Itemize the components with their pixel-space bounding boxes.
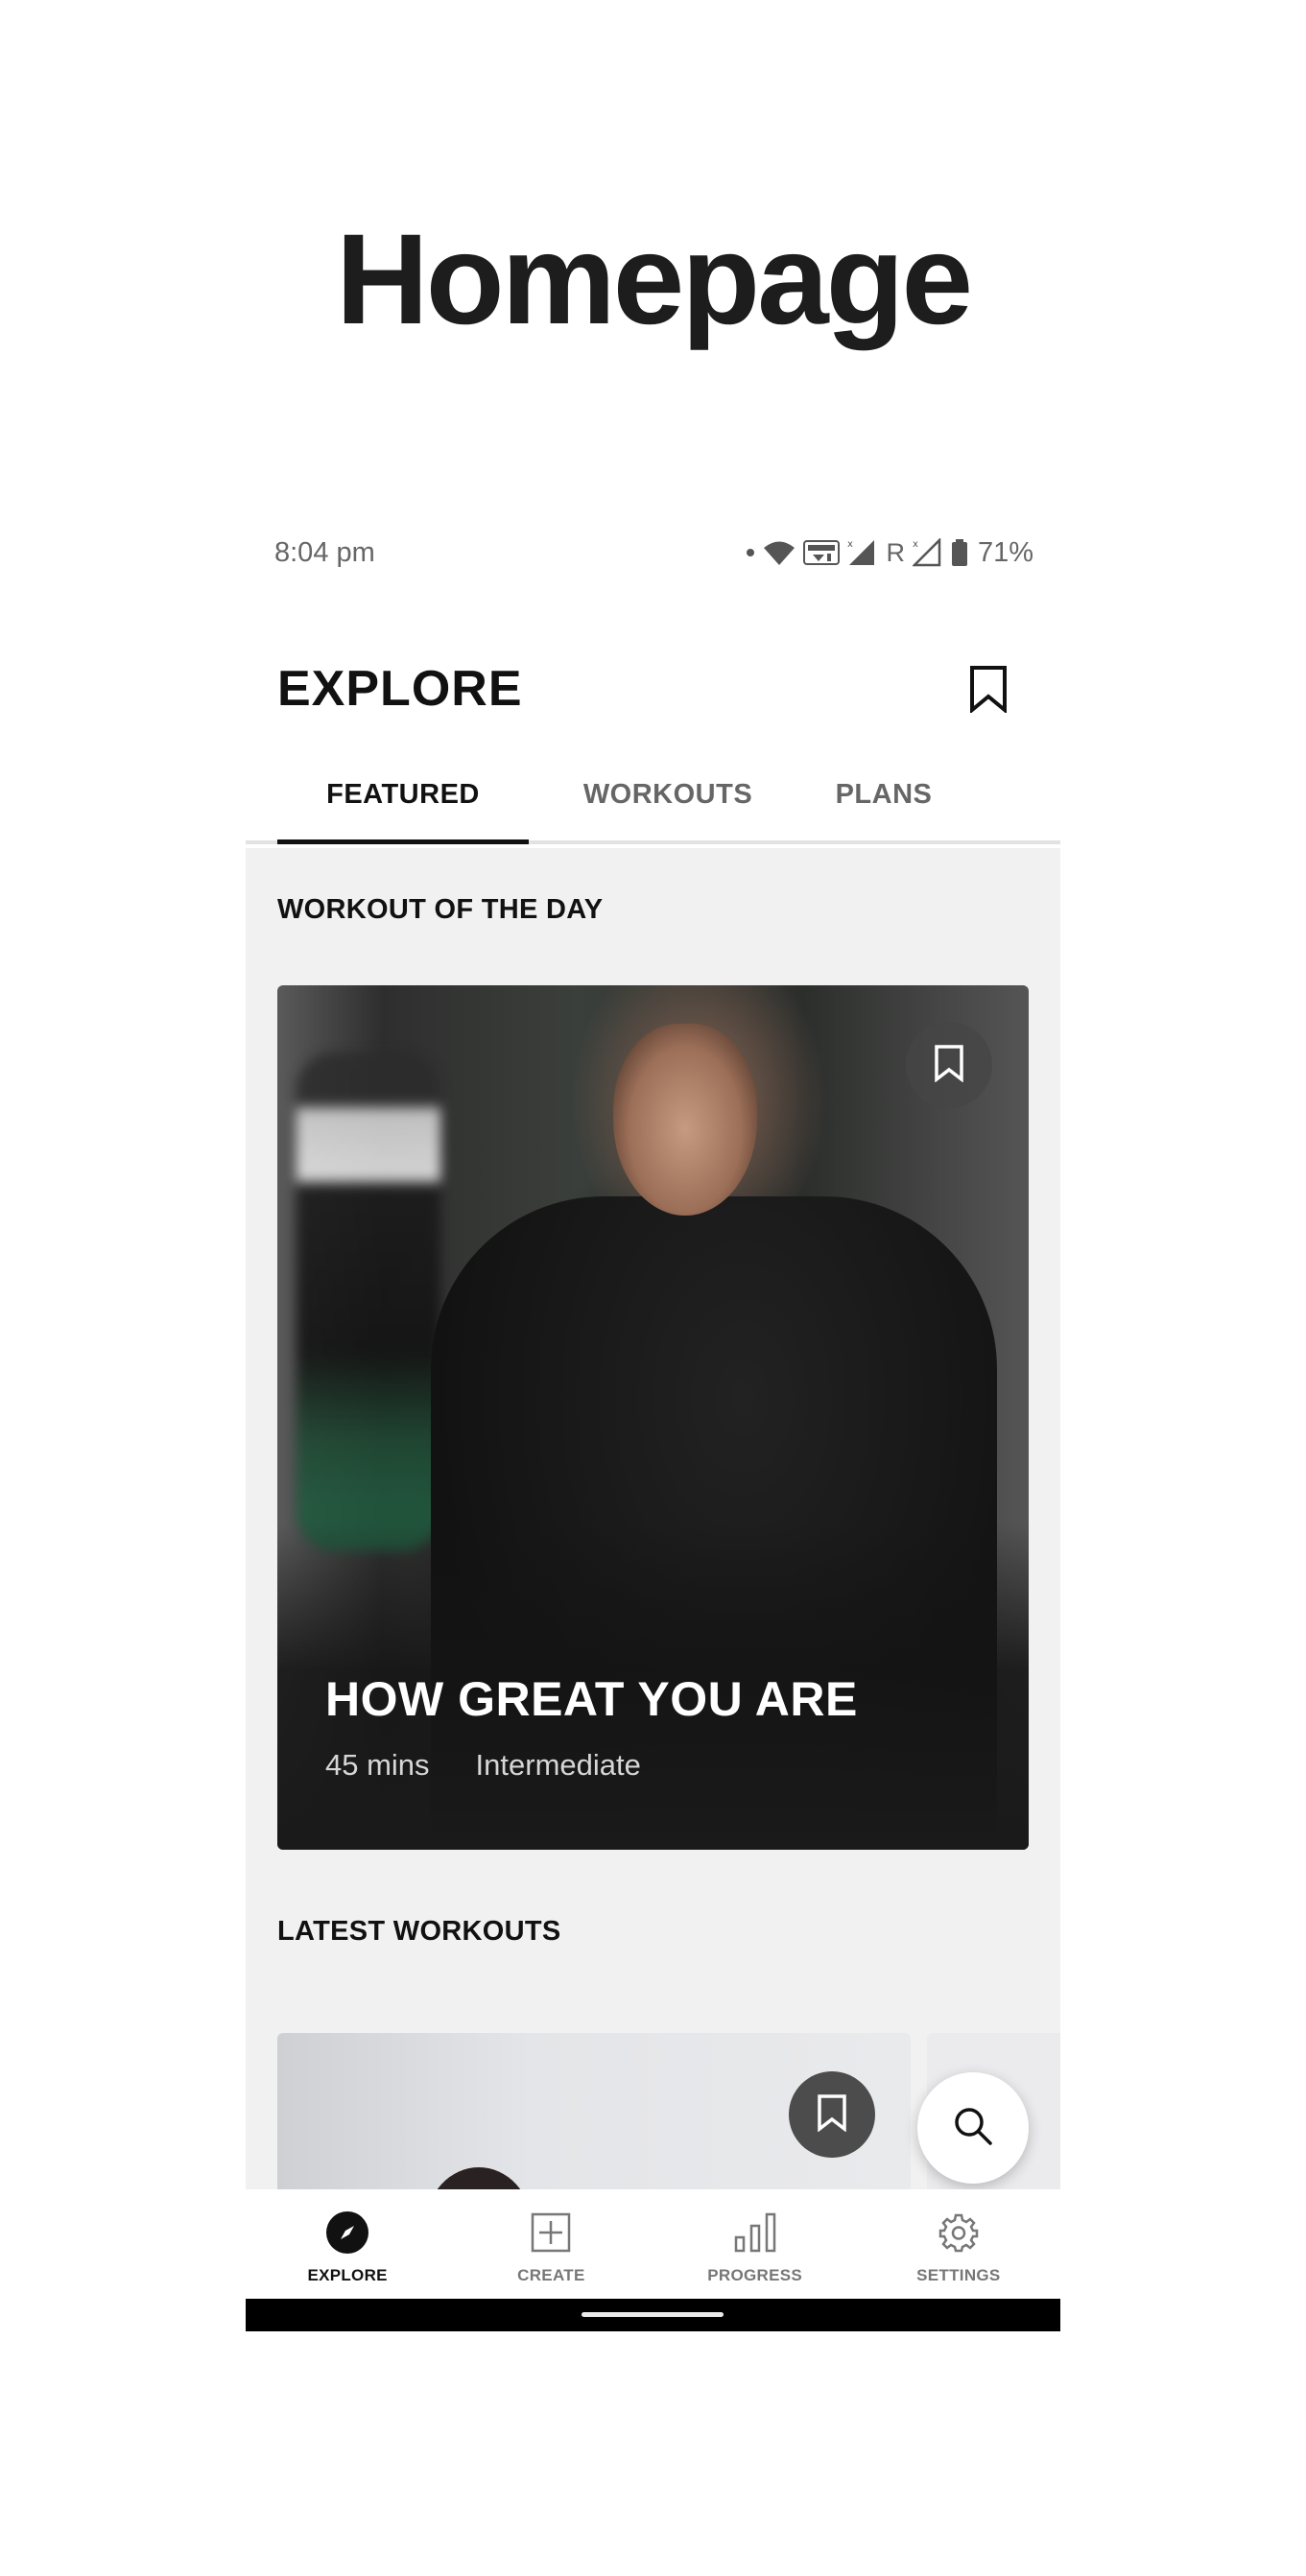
status-icons: x R x 71% [746,533,1033,572]
home-indicator[interactable] [582,2312,724,2317]
active-tab-indicator [277,839,529,844]
section-title-workout-of-the-day: WORKOUT OF THE DAY [277,894,604,925]
search-icon [952,2105,994,2152]
nav-explore[interactable]: EXPLORE [246,2189,449,2303]
nav-settings[interactable]: SETTINGS [857,2189,1060,2303]
workout-level: Intermediate [475,1748,641,1782]
nav-label: SETTINGS [916,2266,1001,2284]
search-button[interactable] [917,2072,1029,2184]
svg-text:x: x [913,539,918,550]
workout-meta: 45 mins Intermediate [325,1748,641,1783]
bookmark-icon [817,2093,847,2137]
tab-workouts[interactable]: WORKOUTS [553,768,783,844]
battery-percent: 71% [977,536,1033,568]
status-bar: 8:04 pm x R x 71% [246,508,1060,604]
bookmark-workout-button[interactable] [906,1022,992,1108]
bottom-navigation: EXPLORE CREATE PROGRESS SETTINGS [246,2189,1060,2303]
tab-plans[interactable]: PLANS [812,768,956,844]
signal-icon: x [847,538,878,567]
nav-progress[interactable]: PROGRESS [653,2189,857,2303]
bar-chart-icon [733,2210,777,2255]
saved-workouts-button[interactable] [966,664,1010,718]
featured-content[interactable]: WORKOUT OF THE DAY HOW GREAT YOU ARE 45 … [246,848,1060,2249]
battery-icon [951,538,968,567]
athlete-portrait [613,1024,757,1216]
phone-screen: 8:04 pm x R x 71% EXPLORE FEATURED WORKO… [246,508,1060,2331]
dot-icon [746,548,755,557]
screen-title: EXPLORE [277,661,523,717]
nav-label: PROGRESS [707,2266,802,2284]
app-header: EXPLORE [246,624,1060,739]
svg-text:x: x [847,539,853,550]
punching-bag-image [297,1052,440,1551]
workout-of-the-day-card[interactable]: HOW GREAT YOU ARE 45 mins Intermediate [277,985,1029,1850]
workout-title: HOW GREAT YOU ARE [325,1672,858,1726]
nav-create[interactable]: CREATE [449,2189,653,2303]
bookmark-icon [934,1044,964,1087]
status-time: 8:04 pm [274,537,375,568]
nav-label: EXPLORE [307,2266,388,2284]
roaming-indicator: R [886,537,905,567]
plus-square-icon [531,2210,571,2255]
bookmark-workout-button[interactable] [789,2071,875,2158]
page-heading: Homepage [335,208,973,351]
workout-duration: 45 mins [325,1748,430,1782]
section-title-latest-workouts: LATEST WORKOUTS [277,1916,561,1947]
compass-icon [325,2210,369,2255]
tab-featured[interactable]: FEATURED [277,768,529,844]
gear-icon [938,2210,979,2255]
volte-icon [803,538,841,567]
nav-label: CREATE [517,2266,585,2284]
system-navigation-bar [246,2299,1060,2331]
signal-icon: x [912,538,943,567]
explore-tabs: FEATURED WORKOUTS PLANS [246,768,1060,844]
wifi-icon [763,539,795,566]
bookmark-icon [969,665,1008,718]
